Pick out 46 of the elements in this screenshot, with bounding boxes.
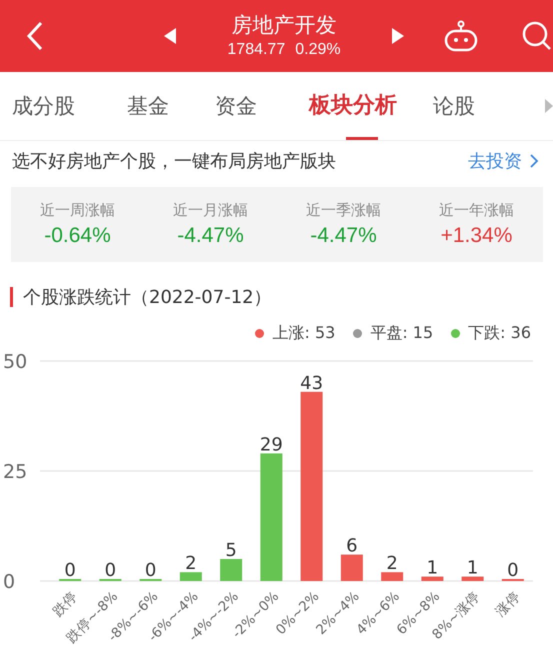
next-icon[interactable] [392, 28, 404, 44]
bar-value-label: 0 [104, 560, 116, 581]
bar-value-label: 0 [507, 560, 519, 581]
bar-value-label: 6 [346, 536, 358, 557]
legend-label: 上涨: 53 [272, 322, 336, 344]
y-tick-label: 0 [3, 571, 16, 593]
back-icon[interactable] [26, 21, 44, 51]
stat-label: 近一周涨幅 [40, 201, 115, 220]
section-title: 个股涨跌统计（2022-07-12） [23, 286, 272, 309]
index-change: 0.29% [295, 40, 341, 60]
bar-value-label: 5 [225, 540, 237, 561]
stat-value: -4.47% [177, 224, 244, 248]
bar-value-label: 29 [260, 434, 283, 456]
bar-value-label: 43 [300, 372, 324, 394]
robot-icon[interactable] [444, 20, 478, 52]
invest-link[interactable]: 去投资 [468, 149, 539, 173]
section-marker [10, 287, 13, 307]
stat-value: -0.64% [44, 224, 111, 248]
x-category-label: 跌停 [50, 588, 81, 620]
tab[interactable]: 资金 [215, 72, 257, 140]
sector-title: 房地产开发 [232, 12, 336, 39]
stat-value: +1.34% [440, 224, 512, 248]
stat-label: 近一年涨幅 [439, 201, 514, 220]
tab[interactable]: 论股 [433, 72, 475, 140]
bar-value-label: 1 [426, 558, 438, 579]
bar-value-label: 1 [466, 558, 478, 579]
promo-text: 选不好房地产个股，一键布局房地产版块 [12, 150, 336, 173]
legend-label: 下跌: 36 [468, 322, 531, 344]
chevron-icon [530, 154, 539, 168]
search-icon[interactable] [521, 20, 553, 52]
bar-value-label: 0 [144, 560, 156, 581]
bar-value-label: 0 [64, 560, 76, 581]
tab[interactable]: 板块分析 [309, 72, 397, 140]
stat-label: 近一月涨幅 [173, 201, 248, 220]
stat-value: -4.47% [310, 224, 377, 248]
stat-label: 近一季涨幅 [306, 201, 381, 220]
index-value: 1784.77 [227, 40, 286, 60]
x-category-label: 涨停 [492, 588, 524, 620]
bar-value-label: 2 [185, 553, 197, 574]
y-tick-label: 50 [3, 351, 28, 373]
previous-icon[interactable] [164, 28, 176, 44]
tab[interactable]: 基金 [127, 72, 169, 140]
tab[interactable]: 成分股 [12, 72, 75, 140]
y-tick-label: 25 [3, 461, 28, 483]
legend-label: 平盘: 15 [370, 322, 434, 344]
bar-value-label: 2 [386, 553, 398, 574]
